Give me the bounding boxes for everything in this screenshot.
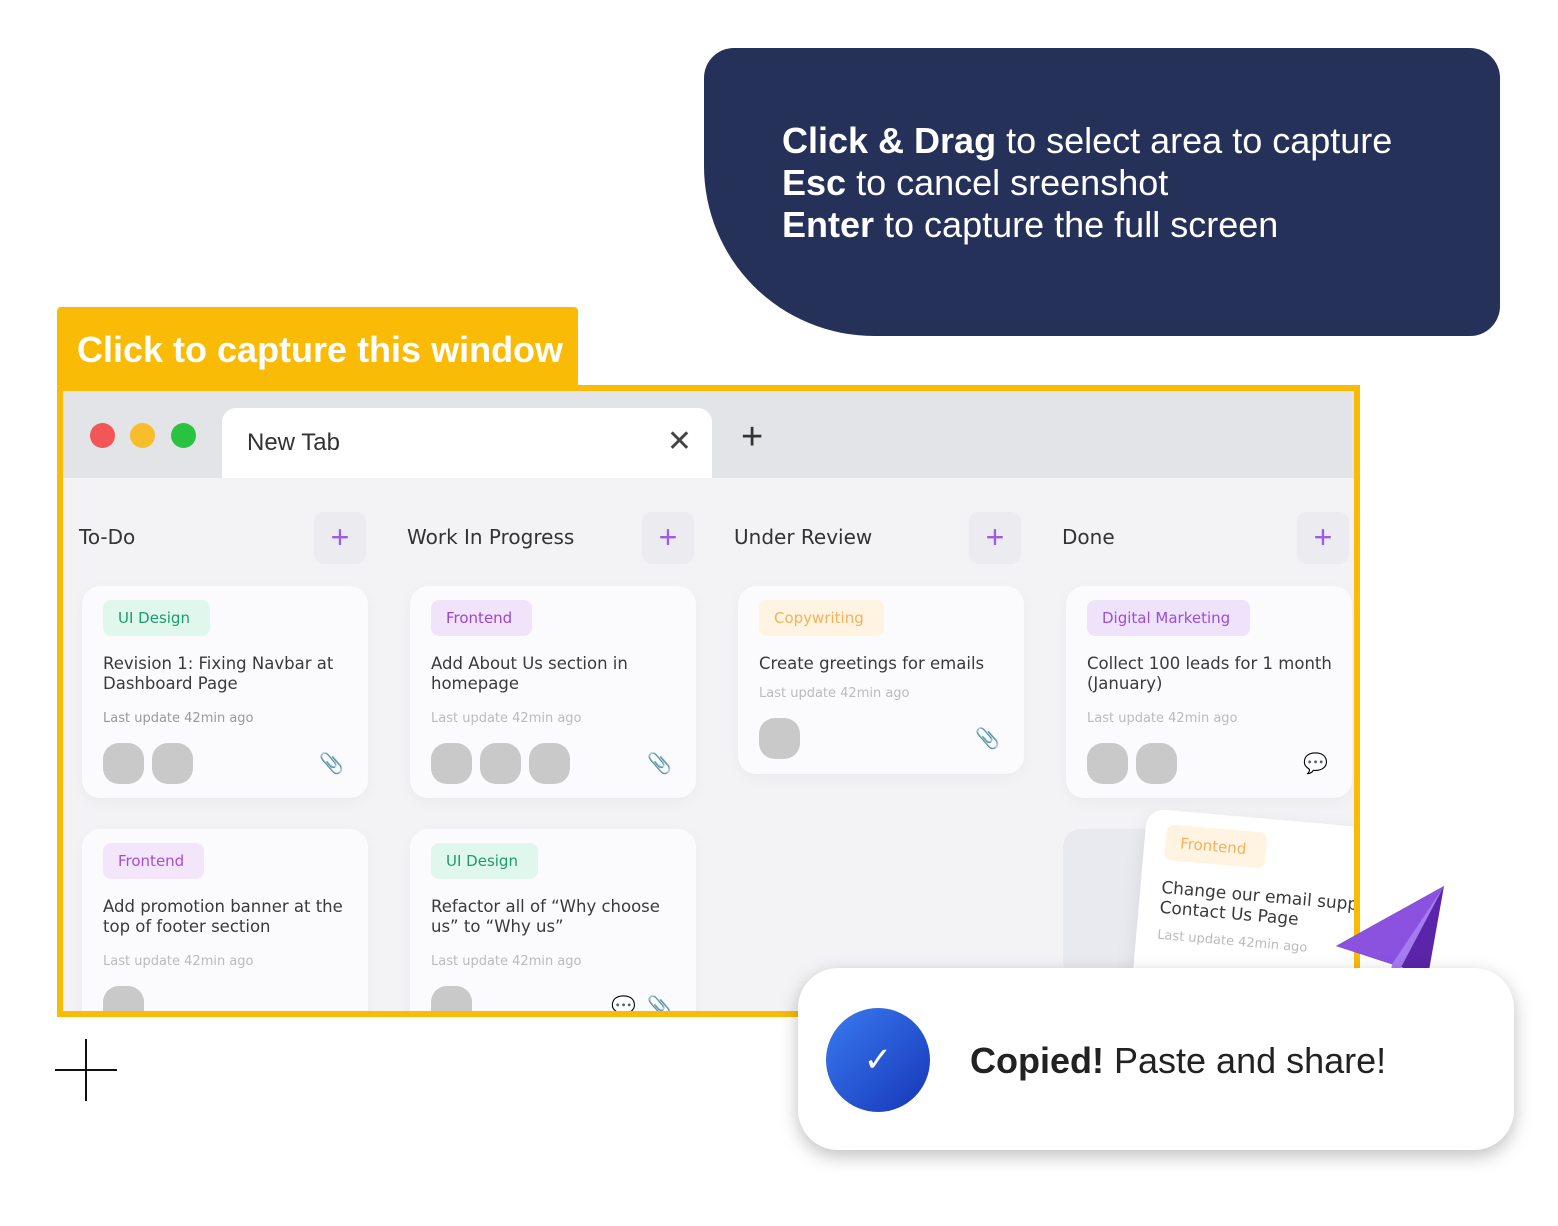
- column-title-wip: Work In Progress: [407, 525, 575, 549]
- card-title: Add promotion banner at the top of foote…: [103, 897, 343, 936]
- column-title-review: Under Review: [734, 525, 873, 549]
- instruction-line: Enter to capture the full screen: [782, 204, 1392, 246]
- copied-toast: ✓ Copied! Paste and share!: [798, 968, 1514, 1150]
- toast-bold: Copied!: [970, 1040, 1104, 1081]
- paperclip-icon[interactable]: 📎: [647, 994, 672, 1011]
- avatar: [431, 743, 472, 784]
- avatar: [103, 743, 144, 784]
- instruction-text: to capture the full screen: [874, 204, 1279, 245]
- card-title: Revision 1: Fixing Navbar at Dashboard P…: [103, 654, 334, 693]
- close-window-dot[interactable]: [90, 423, 115, 448]
- toast-message: Copied! Paste and share!: [970, 1040, 1386, 1082]
- capture-window-label: Click to capture this window: [77, 329, 564, 370]
- comment-icon[interactable]: 💬: [611, 994, 636, 1011]
- instruction-line: Click & Drag to select area to capture: [782, 120, 1392, 162]
- column-title-done: Done: [1062, 525, 1115, 549]
- paperclip-icon[interactable]: 📎: [647, 751, 672, 776]
- tag-badge: Frontend: [103, 843, 205, 879]
- instruction-text: to cancel sreenshot: [846, 162, 1169, 203]
- tag-badge: UI Design: [431, 843, 538, 879]
- avatar: [480, 743, 521, 784]
- add-card-button[interactable]: +: [314, 512, 366, 564]
- task-card[interactable]: UI Design Revision 1: Fixing Navbar at D…: [82, 586, 368, 798]
- avatar: [431, 986, 472, 1011]
- tag-badge: UI Design: [103, 600, 210, 636]
- maximize-window-dot[interactable]: [171, 423, 196, 448]
- avatar: [152, 743, 193, 784]
- card-title: Collect 100 leads for 1 month (January): [1087, 654, 1332, 693]
- key-label: Click & Drag: [782, 120, 997, 161]
- last-update: Last update 42min ago: [1156, 927, 1308, 956]
- close-icon[interactable]: ✕: [667, 424, 692, 459]
- last-update: Last update 42min ago: [431, 711, 582, 726]
- card-title: Create greetings for emails: [759, 654, 985, 673]
- tag-badge: Frontend: [1163, 824, 1268, 869]
- comment-icon[interactable]: 💬: [1303, 751, 1328, 776]
- last-update: Last update 42min ago: [103, 711, 254, 726]
- instruction-line: Esc to cancel sreenshot: [782, 162, 1392, 204]
- new-tab-plus-icon[interactable]: +: [741, 418, 763, 456]
- key-label: Esc: [782, 162, 847, 203]
- last-update: Last update 42min ago: [103, 954, 254, 969]
- minimize-window-dot[interactable]: [130, 423, 155, 448]
- add-card-button[interactable]: +: [642, 512, 694, 564]
- avatar: [529, 743, 570, 784]
- paperclip-icon[interactable]: 📎: [319, 751, 344, 776]
- capture-window-button[interactable]: Click to capture this window: [57, 307, 578, 391]
- key-label: Enter: [782, 204, 875, 245]
- avatar: [759, 718, 800, 759]
- instruction-text: to select area to capture: [996, 120, 1393, 161]
- toast-text: Paste and share!: [1103, 1040, 1387, 1081]
- task-card[interactable]: Frontend Add About Us section in homepag…: [410, 586, 696, 798]
- crosshair-cursor-icon: [85, 1039, 87, 1101]
- add-card-button[interactable]: +: [1297, 512, 1349, 564]
- add-card-button[interactable]: +: [969, 512, 1021, 564]
- card-title: Add About Us section in homepage: [431, 654, 628, 693]
- browser-window[interactable]: New Tab ✕ + To-Do + Work In Progress + U…: [57, 385, 1360, 1017]
- task-card[interactable]: Digital Marketing Collect 100 leads for …: [1066, 586, 1352, 798]
- instructions-tooltip: Click & Drag to select area to capture E…: [704, 48, 1500, 336]
- avatar: [1136, 743, 1177, 784]
- tag-badge: Digital Marketing: [1087, 600, 1251, 636]
- tab-bar: New Tab ✕ +: [63, 391, 1354, 478]
- last-update: Last update 42min ago: [431, 954, 582, 969]
- tab-title: New Tab: [247, 429, 340, 456]
- last-update: Last update 42min ago: [1087, 711, 1238, 726]
- tag-badge: Copywriting: [759, 600, 884, 636]
- task-card[interactable]: UI Design Refactor all of “Why choose us…: [410, 829, 696, 1011]
- task-card[interactable]: Copywriting Create greetings for emails …: [738, 586, 1024, 774]
- task-card[interactable]: Frontend Add promotion banner at the top…: [82, 829, 368, 1011]
- column-title-todo: To-Do: [79, 525, 136, 549]
- avatar: [1087, 743, 1128, 784]
- check-icon: ✓: [826, 1008, 930, 1112]
- paperclip-icon[interactable]: 📎: [975, 726, 1000, 751]
- last-update: Last update 42min ago: [759, 686, 910, 701]
- card-title: Refactor all of “Why choose us” to “Why …: [431, 897, 660, 936]
- tag-badge: Frontend: [431, 600, 533, 636]
- tab-new-tab[interactable]: New Tab ✕: [222, 408, 712, 478]
- avatar: [103, 986, 144, 1011]
